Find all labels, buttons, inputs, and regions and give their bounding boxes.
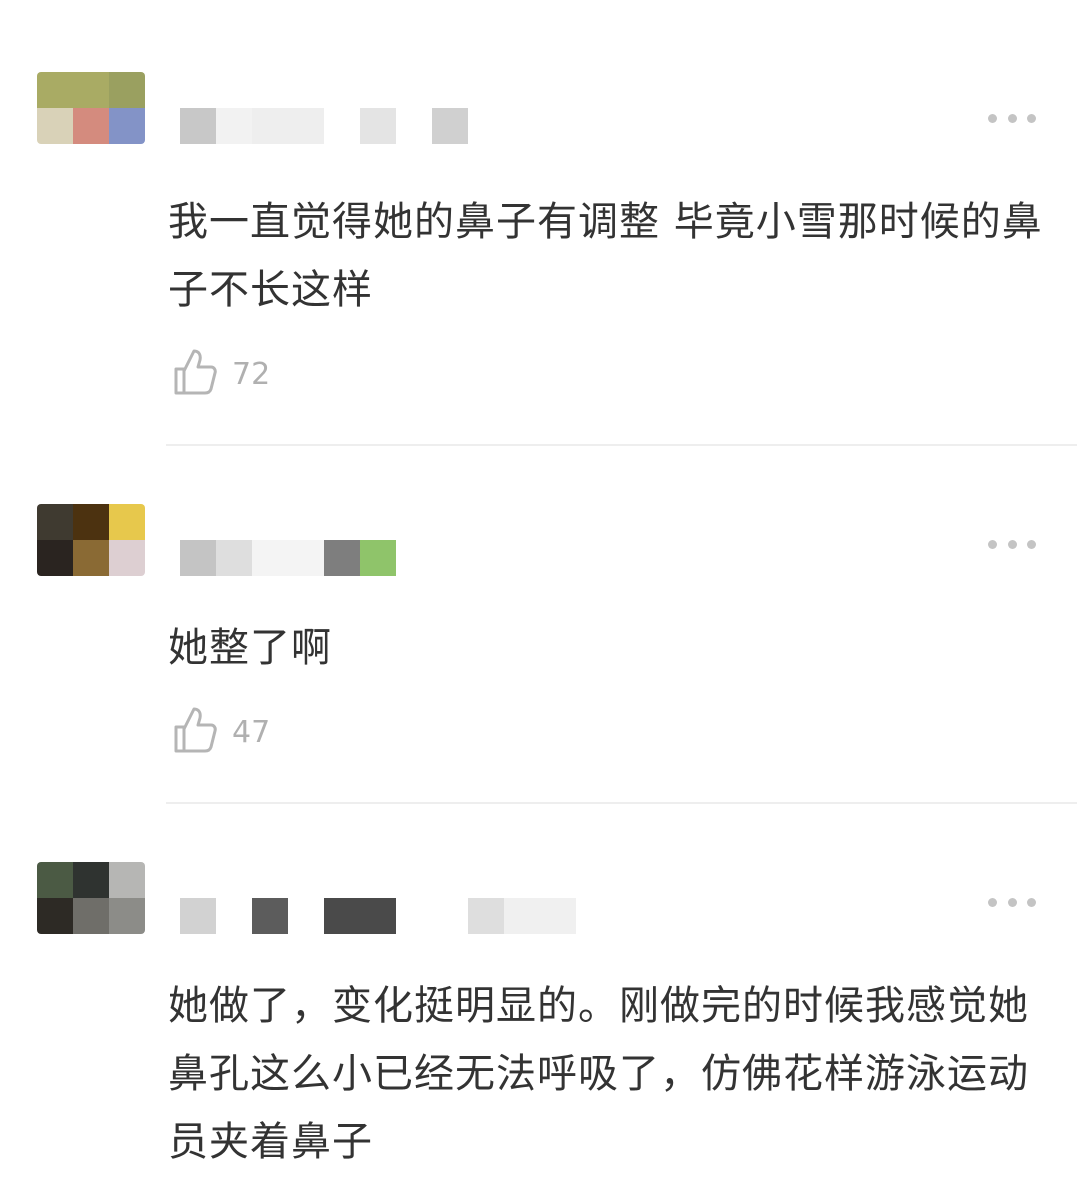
like-count: 47 xyxy=(232,714,271,750)
username-pixelated[interactable] xyxy=(180,540,600,576)
thumbs-up-icon xyxy=(172,705,218,759)
more-dots-icon[interactable] xyxy=(988,892,1036,912)
username-pixelated[interactable] xyxy=(180,108,600,144)
avatar[interactable] xyxy=(37,862,145,934)
avatar[interactable] xyxy=(37,72,145,144)
like-count: 72 xyxy=(232,356,271,392)
divider xyxy=(166,444,1077,446)
more-dots-icon[interactable] xyxy=(988,534,1036,554)
avatar[interactable] xyxy=(37,504,145,576)
thumbs-up-icon xyxy=(172,347,218,401)
comment-text: 她做了，变化挺明显的。刚做完的时候我感觉她鼻孔这么小已经无法呼吸了，仿佛花样游泳… xyxy=(168,983,1029,1165)
username-pixelated[interactable] xyxy=(180,898,600,934)
more-dots-icon[interactable] xyxy=(988,108,1036,128)
comment-text: 我一直觉得她的鼻子有调整 毕竟小雪那时候的鼻子不长这样 xyxy=(168,199,1043,313)
divider xyxy=(166,802,1077,804)
like-button[interactable]: 72 xyxy=(172,348,270,400)
like-button[interactable]: 47 xyxy=(172,706,270,758)
comment-text: 她整了啊 xyxy=(168,625,332,671)
